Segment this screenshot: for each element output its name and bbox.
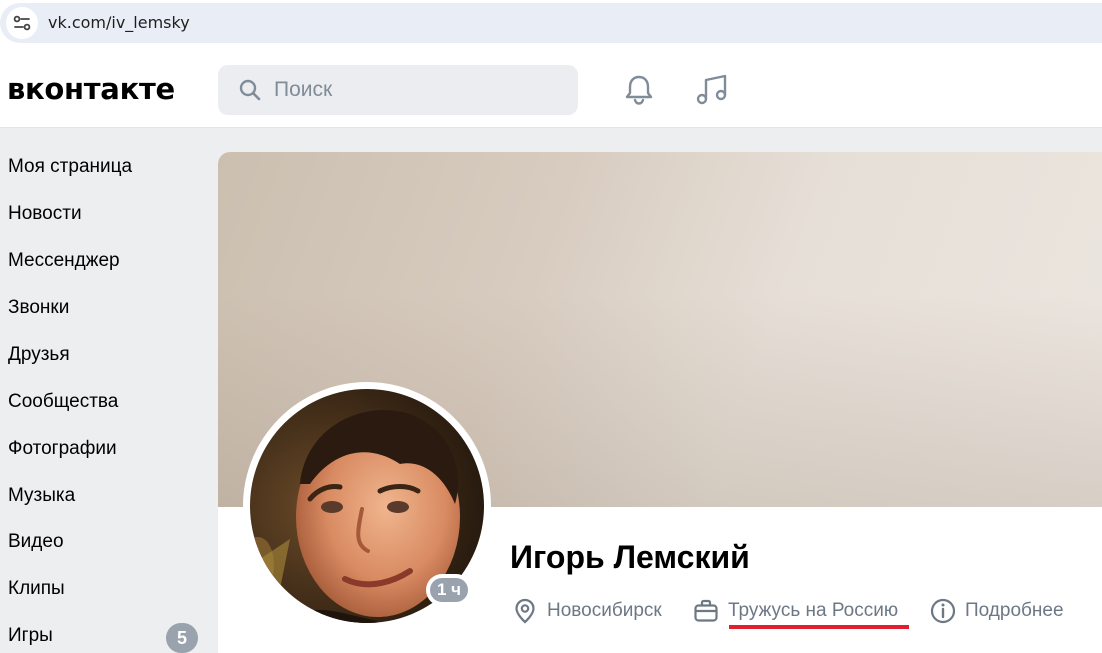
site-header: вконтакте Поиск	[0, 52, 1102, 128]
sidebar-item-games[interactable]: Игры	[8, 625, 53, 653]
search-input[interactable]: Поиск	[218, 65, 578, 115]
details-label: Подробнее	[965, 600, 1064, 621]
profile-name: Игорь Лемский	[510, 539, 750, 575]
games-count-badge: 5	[166, 623, 198, 653]
briefcase-icon	[694, 599, 718, 622]
sidebar-item-video[interactable]: Видео	[8, 531, 64, 561]
site-settings-icon[interactable]	[6, 7, 38, 39]
sidebar-item-clips[interactable]: Клипы	[8, 578, 65, 608]
sidebar-item-communities[interactable]: Сообщества	[8, 391, 118, 421]
details-link[interactable]: Подробнее	[929, 596, 1064, 626]
music-icon[interactable]	[694, 72, 730, 108]
last-seen-text: 1 ч	[430, 578, 468, 602]
sidebar-item-photos[interactable]: Фотографии	[8, 438, 117, 468]
sidebar-item-my-page[interactable]: Моя страница	[8, 156, 132, 186]
profile-work[interactable]: Тружусь на Россию	[692, 596, 898, 626]
sidebar-item-messenger[interactable]: Мессенджер	[8, 250, 120, 280]
search-placeholder: Поиск	[274, 78, 333, 101]
location-pin-icon	[515, 598, 535, 624]
info-icon	[930, 598, 956, 624]
work-label: Тружусь на Россию	[728, 600, 899, 621]
profile-city[interactable]: Новосибирск	[511, 596, 662, 626]
vk-logo[interactable]: вконтакте	[7, 72, 175, 106]
sidebar-item-news[interactable]: Новости	[8, 203, 82, 233]
sidebar-item-calls[interactable]: Звонки	[8, 297, 69, 327]
address-bar[interactable]: vk.com/iv_lemsky	[0, 3, 1102, 43]
last-seen-badge: 1 ч	[426, 574, 472, 606]
city-label: Новосибирск	[547, 600, 662, 621]
search-icon	[239, 79, 261, 101]
browser-toolbar: vk.com/iv_lemsky	[0, 0, 1102, 52]
sidebar-item-friends[interactable]: Друзья	[8, 344, 70, 374]
bell-icon[interactable]	[621, 72, 657, 108]
url-text[interactable]: vk.com/iv_lemsky	[48, 13, 190, 32]
sidebar-item-music[interactable]: Музыка	[8, 485, 75, 515]
red-underline-annotation	[729, 625, 909, 629]
